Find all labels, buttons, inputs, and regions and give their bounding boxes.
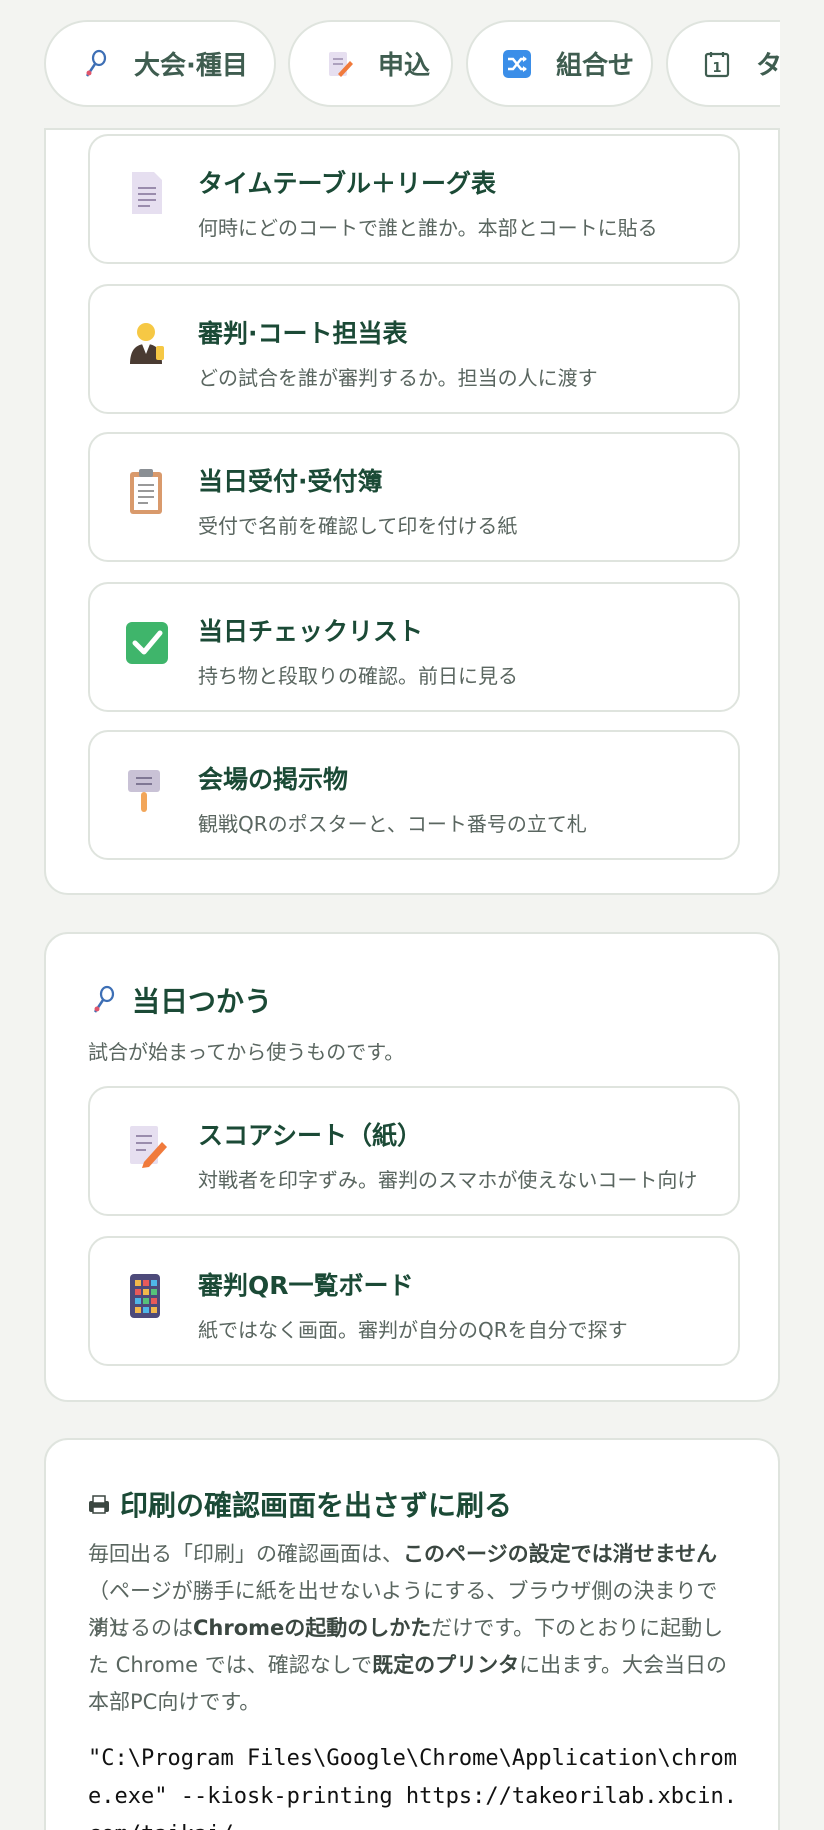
emphasis-text: Chromeの起動のしかた — [193, 1616, 432, 1640]
calendar-icon: 1 — [702, 49, 732, 79]
section-title: 当日つかう — [88, 980, 272, 1020]
item-description: 紙ではなく画面。審判が自分のQRを自分で探す — [198, 1318, 628, 1342]
print-item-timetable[interactable]: タイムテーブル＋リーグ表 何時にどのコートで誰と誰か。本部とコートに貼る — [88, 134, 740, 264]
print-item-reception[interactable]: 当日受付·受付簿 受付で名前を確認して印を付ける紙 — [88, 432, 740, 562]
tab-entry[interactable]: 申込 — [288, 20, 453, 107]
item-title: 審判·コート担当表 — [198, 319, 408, 348]
tab-label: タイ — [756, 51, 780, 81]
item-title: スコアシート（紙） — [198, 1121, 423, 1150]
calculator-icon — [126, 1272, 168, 1320]
section-subtitle: 試合が始まってから使うものです。 — [88, 1040, 405, 1064]
item-description: 何時にどのコートで誰と誰か。本部とコートに貼る — [198, 216, 658, 240]
clipboard-icon — [126, 468, 168, 516]
day-item-qr-board[interactable]: 審判QR一覧ボード 紙ではなく画面。審判が自分のQRを自分で探す — [88, 1236, 740, 1366]
item-description: どの試合を誰が審判するか。担当の人に渡す — [198, 366, 598, 390]
item-description: 観戦QRのポスターと、コート番号の立て札 — [198, 812, 587, 836]
item-title: 審判QR一覧ボード — [198, 1271, 414, 1300]
day-section-card: 当日つかう 試合が始まってから使うものです。 スコアシート（紙） 対戦者を印字ず… — [44, 932, 780, 1402]
kiosk-command-code[interactable]: "C:\Program Files\Google\Chrome\Applicat… — [88, 1740, 748, 1830]
item-description: 対戦者を印字ずみ。審判のスマホが使えないコート向け — [198, 1168, 698, 1192]
badminton-icon — [80, 49, 110, 79]
section-title-text: 当日つかう — [132, 985, 273, 1018]
badminton-icon — [88, 985, 118, 1015]
memo-icon — [324, 49, 354, 79]
tab-label: 大会·種目 — [134, 51, 248, 81]
item-description: 持ち物と段取りの確認。前日に見る — [198, 664, 518, 688]
tab-label: 申込 — [378, 51, 431, 81]
item-title: タイムテーブル＋リーグ表 — [198, 169, 497, 198]
referee-icon — [126, 320, 168, 368]
item-title: 当日受付·受付簿 — [198, 467, 383, 496]
print-item-signage[interactable]: 会場の掲示物 観戦QRのポスターと、コート番号の立て札 — [88, 730, 740, 860]
placard-icon — [126, 766, 168, 814]
item-title: 会場の掲示物 — [198, 765, 349, 794]
document-icon — [126, 170, 168, 218]
kiosk-explanation-2: 消せるのはChromeの起動のしかただけです。下のとおりに起動した Chrome… — [88, 1610, 738, 1721]
memo-icon — [126, 1122, 168, 1170]
kiosk-section-card: 印刷の確認画面を出さずに刷る 毎回出る「印刷」の確認画面は、このページの設定では… — [44, 1438, 780, 1830]
print-item-checklist[interactable]: 当日チェックリスト 持ち物と段取りの確認。前日に見る — [88, 582, 740, 712]
section-title: 印刷の確認画面を出さずに刷る — [88, 1484, 512, 1524]
print-item-referee[interactable]: 審判·コート担当表 どの試合を誰が審判するか。担当の人に渡す — [88, 284, 740, 414]
section-title-text: 印刷の確認画面を出さずに刷る — [120, 1489, 513, 1522]
print-section-card: タイムテーブル＋リーグ表 何時にどのコートで誰と誰か。本部とコートに貼る 審判·… — [44, 128, 780, 895]
text-segment: 消せるのは — [88, 1616, 193, 1640]
emphasis-text: このページの設定では消せません — [403, 1542, 717, 1566]
tab-timetable[interactable]: 1 タイ — [666, 20, 780, 107]
tab-bar: 大会·種目 申込 組合せ 1 タイ — [0, 0, 780, 128]
svg-text:1: 1 — [712, 61, 721, 76]
shuffle-icon — [502, 49, 532, 79]
item-title: 当日チェックリスト — [198, 617, 424, 646]
text-segment: 毎回出る「印刷」の確認画面は、 — [88, 1542, 403, 1566]
item-description: 受付で名前を確認して印を付ける紙 — [198, 514, 518, 538]
tab-label: 組合せ — [556, 51, 635, 81]
tab-draw[interactable]: 組合せ — [466, 20, 653, 107]
tab-tournament[interactable]: 大会·種目 — [44, 20, 276, 107]
day-item-scoresheet[interactable]: スコアシート（紙） 対戦者を印字ずみ。審判のスマホが使えないコート向け — [88, 1086, 740, 1216]
emphasis-text: 既定のプリンタ — [372, 1653, 520, 1677]
checkmark-icon — [126, 618, 168, 666]
printer-icon — [88, 1489, 110, 1519]
